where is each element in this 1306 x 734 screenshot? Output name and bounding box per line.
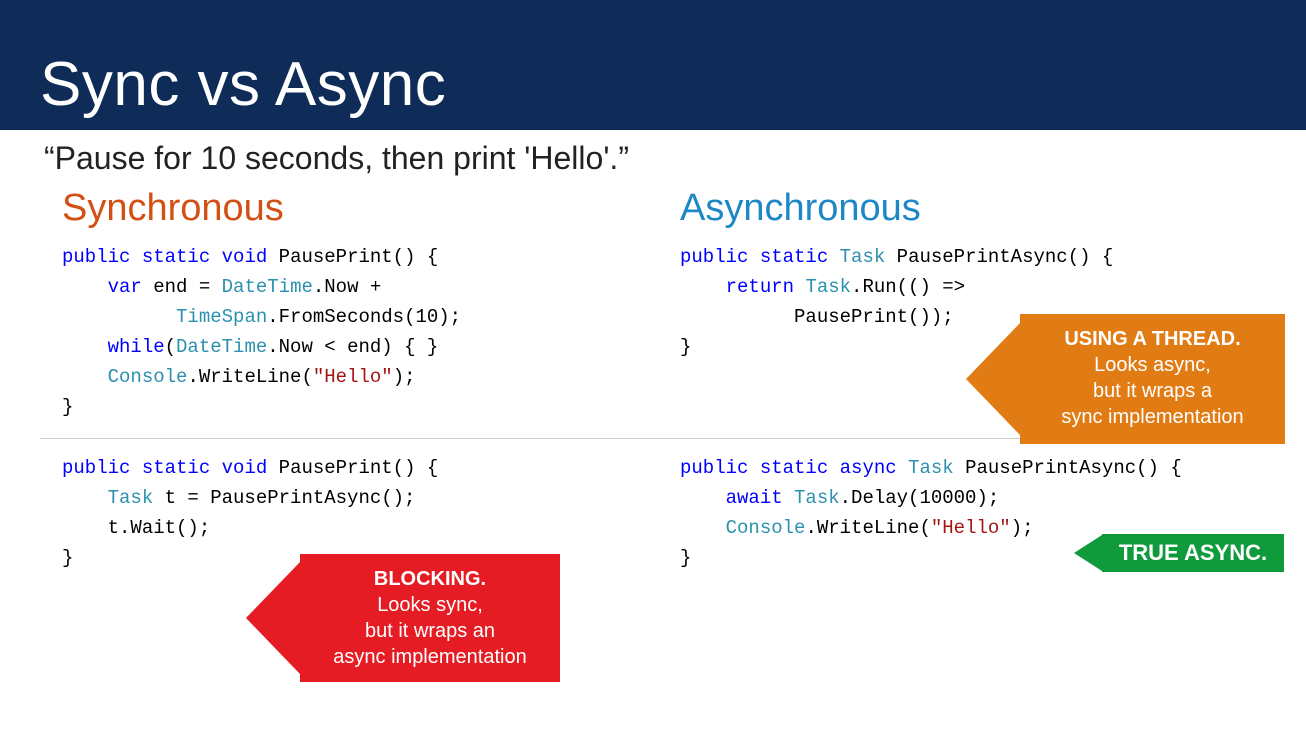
callout-blocking: BLOCKING. Looks sync,but it wraps anasyn… bbox=[300, 554, 560, 682]
sync-heading: Synchronous bbox=[62, 187, 648, 230]
slide-title: Sync vs Async bbox=[40, 49, 446, 120]
async-heading: Asynchronous bbox=[680, 187, 1266, 230]
callout-red-text: Looks sync,but it wraps anasync implemen… bbox=[333, 594, 526, 668]
code-sync-top: public static void PausePrint() { var en… bbox=[40, 238, 648, 432]
sync-column-top: Synchronous public static void PausePrin… bbox=[40, 183, 648, 432]
title-bar: Sync vs Async bbox=[0, 0, 1306, 130]
callout-using-thread: USING A THREAD. Looks async,but it wraps… bbox=[1020, 314, 1285, 444]
callout-orange-bold: USING A THREAD. bbox=[1064, 328, 1240, 350]
callout-true-async: TRUE ASYNC. bbox=[1102, 534, 1284, 572]
callout-orange-text: Looks async,but it wraps async implement… bbox=[1061, 354, 1243, 428]
subtitle: “Pause for 10 seconds, then print 'Hello… bbox=[0, 130, 1306, 183]
callout-red-bold: BLOCKING. bbox=[374, 568, 486, 590]
callout-green-bold: TRUE ASYNC. bbox=[1119, 540, 1267, 565]
